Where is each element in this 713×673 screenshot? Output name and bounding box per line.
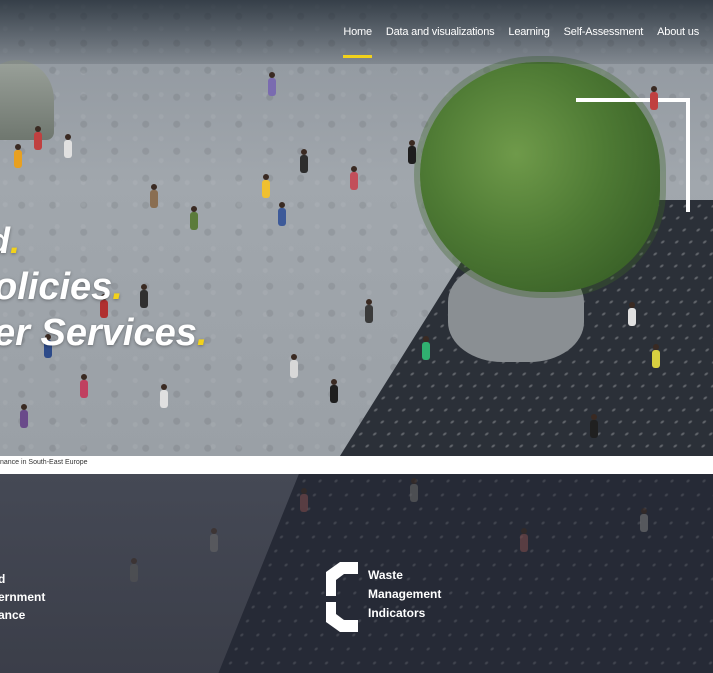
waste-card-line-1: Waste xyxy=(368,568,403,582)
waste-logo-icon xyxy=(326,562,358,632)
waste-card-line-3: Indicators xyxy=(368,606,426,620)
crowd-person xyxy=(64,134,72,158)
hero-caption-bar: nance in South-East Europe xyxy=(0,456,713,474)
waste-card-label: Waste Management Indicators xyxy=(368,558,441,623)
crowd-person xyxy=(410,478,418,502)
main-nav: Home Data and visualizations Learning Se… xyxy=(343,26,699,58)
hero-dome xyxy=(0,60,54,140)
nav-home[interactable]: Home xyxy=(343,26,372,58)
crowd-person xyxy=(160,384,168,408)
crowd-person xyxy=(34,126,42,150)
nav-about-us[interactable]: About us xyxy=(657,26,699,48)
crowd-person xyxy=(268,72,276,96)
crowd-person xyxy=(290,354,298,378)
crowd-person xyxy=(520,528,528,552)
crowd-person xyxy=(300,488,308,512)
hero-line-3: er Services. xyxy=(0,312,208,354)
crowd-person xyxy=(278,202,286,226)
nav-learning[interactable]: Learning xyxy=(508,26,549,48)
crowd-person xyxy=(652,344,660,368)
crowd-person xyxy=(650,86,658,110)
crowd-person xyxy=(422,336,430,360)
crowd-person xyxy=(130,558,138,582)
card-governance-line-1: d xyxy=(0,572,6,586)
hero-caption: nance in South-East Europe xyxy=(0,459,88,466)
indicator-card-waste[interactable]: Waste Management Indicators xyxy=(322,558,441,634)
crowd-person xyxy=(300,149,308,173)
crowd-person xyxy=(408,140,416,164)
crowd-person xyxy=(210,528,218,552)
indicators-section: d ernment ance Waste Management Indicato… xyxy=(0,474,713,673)
crowd-person xyxy=(350,166,358,190)
indicator-card-governance[interactable]: d ernment ance xyxy=(0,570,45,624)
crowd-person xyxy=(628,302,636,326)
card-governance-line-2: ernment xyxy=(0,590,46,604)
hero-line-2: olicies. xyxy=(0,266,123,308)
hero-banner: Home Data and visualizations Learning Se… xyxy=(0,0,713,460)
nav-data-visualizations[interactable]: Data and visualizations xyxy=(386,26,495,48)
crowd-person xyxy=(14,144,22,168)
card-governance-line-3: ance xyxy=(0,608,26,622)
nav-self-assessment[interactable]: Self-Assessment xyxy=(564,26,644,48)
lower-right-background xyxy=(210,474,713,673)
crowd-person xyxy=(640,508,648,532)
crowd-person xyxy=(20,404,28,428)
crowd-person xyxy=(590,414,598,438)
hero-headline: d. olicies. er Services. xyxy=(0,218,207,356)
crowd-person xyxy=(330,379,338,403)
waste-card-line-2: Management xyxy=(368,587,442,601)
crowd-person xyxy=(80,374,88,398)
crowd-person xyxy=(262,174,270,198)
hero-frame-corner xyxy=(576,98,690,212)
crowd-person xyxy=(150,184,158,208)
crowd-person xyxy=(365,299,373,323)
hero-line-1: d. xyxy=(0,220,21,261)
